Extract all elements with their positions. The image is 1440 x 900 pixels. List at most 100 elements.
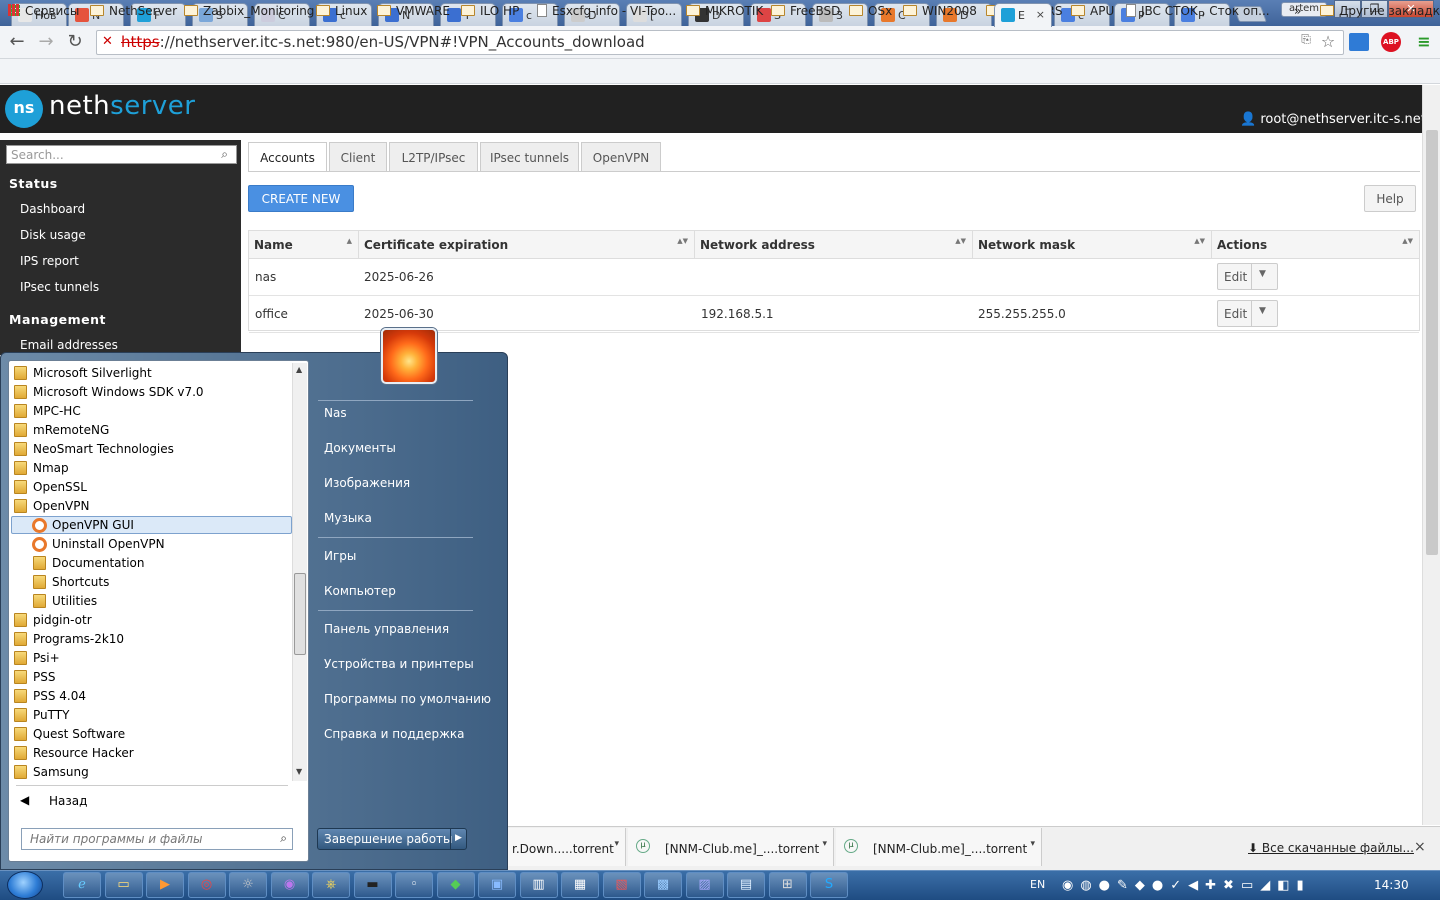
column-header[interactable]: Name ▲	[249, 231, 359, 259]
program-item[interactable]: Microsoft Silverlight	[0, 365, 290, 384]
close-tab-icon[interactable]: ×	[1036, 8, 1045, 21]
taskbar-app-5[interactable]: ◉	[270, 872, 309, 898]
download-item[interactable]: µ [NNM-Club.me]_....torrent ▾	[836, 828, 1042, 866]
program-item[interactable]: NeoSmart Technologies	[0, 441, 290, 460]
sort-icon[interactable]: ▲▼	[1402, 238, 1413, 245]
program-item[interactable]: Microsoft Windows SDK v7.0	[0, 384, 290, 403]
chevron-down-icon[interactable]: ▾	[1030, 839, 1035, 849]
column-header[interactable]: Certificate expiration ▲▼	[359, 231, 695, 259]
taskbar-app-11[interactable]: ▥	[519, 872, 558, 898]
start-right-item[interactable]: Панель управления	[324, 622, 449, 636]
show-all-downloads-link[interactable]: ⬇ Все скачанные файлы...	[1248, 841, 1414, 855]
start-right-item[interactable]: Справка и поддержка	[324, 727, 465, 741]
scroll-down-icon[interactable]: ▼	[296, 767, 302, 776]
program-item[interactable]: Resource Hacker	[0, 745, 290, 764]
search-icon[interactable]: ⌕	[221, 147, 228, 162]
bookmark-7[interactable]: MIKROTIK	[686, 4, 763, 18]
bookmark-3[interactable]: Linux	[316, 4, 367, 18]
tab-client[interactable]: Client	[329, 142, 387, 172]
sidebar-item-dashboard[interactable]: Dashboard	[20, 202, 85, 216]
taskbar-app-14[interactable]: ▩	[644, 872, 682, 898]
shutdown-button[interactable]: Завершение работы ▶	[317, 828, 467, 850]
bookmark-4[interactable]: VMWARE	[377, 4, 450, 18]
start-right-item[interactable]: Музыка	[324, 511, 372, 525]
chevron-down-icon[interactable]: ▼	[1259, 306, 1266, 316]
bookmark-2[interactable]: Zabbix_Monitoring	[184, 4, 314, 18]
bookmark-13[interactable]: JBC CTOK , Сток оп...	[1126, 4, 1270, 18]
start-right-item[interactable]: Программы по умолчанию	[324, 692, 491, 706]
taskbar-app-12[interactable]: ▦	[561, 872, 599, 898]
taskbar-app-8[interactable]: ◦	[395, 872, 433, 898]
program-item[interactable]: Quest Software	[0, 726, 290, 745]
program-item[interactable]: Samsung	[0, 764, 290, 783]
bookmark-0[interactable]: Сервисы	[8, 4, 79, 18]
program-item[interactable]: Uninstall OpenVPN	[0, 536, 290, 555]
program-item[interactable]: OpenSSL	[0, 479, 290, 498]
taskbar-app-0[interactable]: ℯ	[63, 872, 101, 898]
program-item[interactable]: OpenVPN	[0, 498, 290, 517]
program-item[interactable]: OpenVPN GUI	[0, 517, 290, 536]
start-right-item[interactable]: Nas	[324, 406, 347, 420]
program-item[interactable]: Shortcuts	[0, 574, 290, 593]
chevron-down-icon[interactable]: ▾	[822, 839, 827, 849]
sort-icon[interactable]: ▲	[347, 238, 352, 245]
taskbar-app-6[interactable]: ⎈	[312, 872, 350, 898]
language-indicator[interactable]: EN	[1030, 878, 1045, 891]
sidebar-search-input[interactable]: Search... ⌕	[6, 145, 237, 164]
start-search-input[interactable]: Найти программы и файлы ⌕	[21, 828, 293, 850]
taskbar-app-17[interactable]: ⊞	[768, 872, 807, 898]
sidebar-item-ipsec-tunnels[interactable]: IPsec tunnels	[20, 280, 99, 294]
program-item[interactable]: PuTTY	[0, 707, 290, 726]
tab-openvpn[interactable]: OpenVPN	[581, 142, 661, 172]
sort-icon[interactable]: ▲▼	[677, 238, 688, 245]
taskbar-app-2[interactable]: ▶	[146, 872, 184, 898]
download-item[interactable]: r.Down.....torrent ▾	[500, 828, 626, 866]
edit-button[interactable]: Edit ▼	[1217, 263, 1278, 290]
bookmark-10[interactable]: WIN2008	[903, 4, 977, 18]
taskbar-app-7[interactable]: ▬	[353, 872, 392, 898]
program-item[interactable]: pidgin-otr	[0, 612, 290, 631]
taskbar-app-4[interactable]: ☼	[229, 872, 267, 898]
column-header[interactable]: Network address ▲▼	[695, 231, 973, 259]
browser-tab[interactable]: E ×	[994, 3, 1052, 27]
close-downloads-button[interactable]: ×	[1414, 839, 1426, 855]
start-button[interactable]	[7, 871, 43, 899]
extension-icon[interactable]	[1349, 33, 1369, 51]
create-new-button[interactable]: CREATE NEW	[248, 185, 354, 212]
bookmark-12[interactable]: APU	[1071, 4, 1114, 18]
taskbar-app-1[interactable]: ▭	[104, 872, 143, 898]
program-item[interactable]: PSS	[0, 669, 290, 688]
address-bar[interactable]: ✕ https://nethserver.itc-s.net:980/en-US…	[96, 30, 1344, 55]
start-right-item[interactable]: Устройства и принтеры	[324, 657, 474, 671]
sidebar-item-email-addresses[interactable]: Email addresses	[20, 338, 118, 352]
translate-icon[interactable]: ⎘	[1296, 32, 1316, 52]
taskbar-app-18[interactable]: S	[810, 872, 848, 898]
chevron-down-icon[interactable]: ▾	[614, 839, 619, 849]
shutdown-options-icon[interactable]: ▶	[450, 829, 466, 849]
scroll-up-icon[interactable]: ▲	[296, 365, 302, 374]
program-item[interactable]: Psi+	[0, 650, 290, 669]
bookmark-5[interactable]: ILO HP	[461, 4, 519, 18]
forward-button[interactable]: →	[35, 31, 57, 52]
user-avatar[interactable]	[381, 328, 437, 384]
edit-button[interactable]: Edit ▼	[1217, 300, 1278, 327]
bookmark-9[interactable]: OSx	[849, 4, 892, 18]
sort-icon[interactable]: ▲▼	[1194, 238, 1205, 245]
program-item[interactable]: Nmap	[0, 460, 290, 479]
taskbar-app-13[interactable]: ▧	[602, 872, 641, 898]
back-arrow-icon[interactable]: ◀	[20, 793, 29, 807]
help-button[interactable]: Help	[1364, 185, 1416, 212]
page-scrollbar[interactable]	[1422, 85, 1440, 825]
program-item[interactable]: Documentation	[0, 555, 290, 574]
bookmark-8[interactable]: FreeBSD	[771, 4, 840, 18]
tab-ipsec-tunnels[interactable]: IPsec tunnels	[480, 142, 579, 172]
programs-scrollbar[interactable]: ▲ ▼	[292, 363, 307, 781]
sidebar-item-ips-report[interactable]: IPS report	[20, 254, 79, 268]
program-item[interactable]: PSS 4.04	[0, 688, 290, 707]
download-item[interactable]: µ [NNM-Club.me]_....torrent ▾	[628, 828, 834, 866]
user-menu[interactable]: 👤 root@nethserver.itc-s.net	[1240, 112, 1426, 127]
tab-accounts[interactable]: Accounts	[248, 142, 327, 172]
taskbar-app-9[interactable]: ◆	[436, 872, 475, 898]
taskbar-app-3[interactable]: ◎	[187, 872, 226, 898]
start-back-button[interactable]: Назад	[49, 794, 87, 808]
